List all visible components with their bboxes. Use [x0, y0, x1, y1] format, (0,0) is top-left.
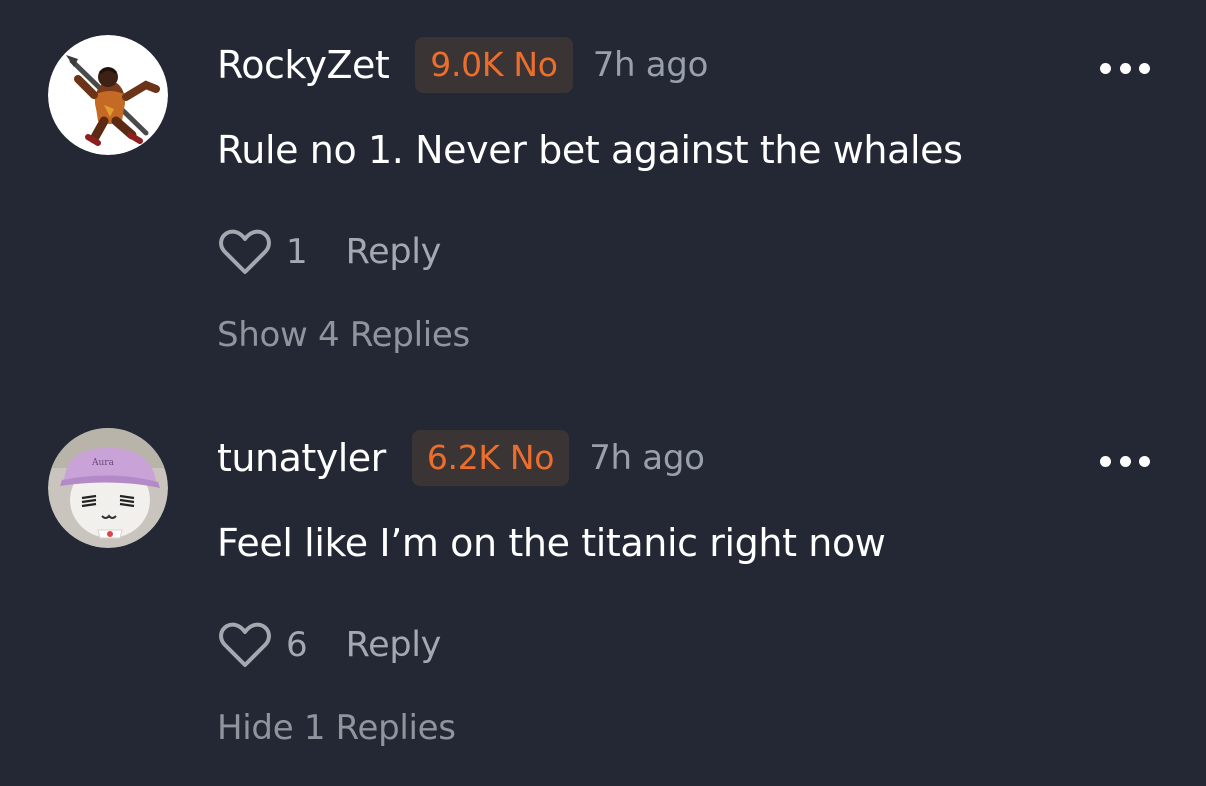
- avatar[interactable]: [48, 35, 168, 155]
- heart-icon: [219, 622, 271, 667]
- dot: [1139, 62, 1150, 74]
- plush-toy-with-cap-icon: Aura: [48, 428, 168, 548]
- like-button[interactable]: 1: [218, 228, 308, 276]
- comment-header: tunatyler 6.2K No 7h ago: [217, 428, 705, 488]
- comment-header: RockyZet 9.0K No 7h ago: [217, 35, 708, 95]
- timestamp: 7h ago: [592, 45, 709, 85]
- more-options-icon[interactable]: [1100, 58, 1150, 78]
- dot: [1119, 455, 1131, 467]
- reply-button[interactable]: Reply: [346, 625, 442, 665]
- comment-actions: 6 Reply: [218, 619, 441, 671]
- like-button[interactable]: 6: [218, 621, 308, 669]
- heart-icon: [219, 229, 271, 274]
- username[interactable]: tunatyler: [217, 436, 386, 480]
- comment-text: Feel like I’m on the titanic right now: [217, 521, 886, 565]
- comment-text: Rule no 1. Never bet against the whales: [217, 128, 963, 172]
- hide-replies-link[interactable]: Hide 1 Replies: [217, 708, 456, 748]
- position-badge: 9.0K No: [415, 37, 573, 93]
- comment-item: RockyZet 9.0K No 7h ago Rule no 1. Never…: [0, 0, 1206, 393]
- avatar[interactable]: Aura: [48, 428, 168, 548]
- position-badge: 6.2K No: [411, 430, 570, 486]
- username[interactable]: RockyZet: [217, 43, 390, 87]
- comment-actions: 1 Reply: [218, 226, 441, 278]
- dot: [1100, 455, 1111, 467]
- warrior-character-icon: [48, 35, 168, 155]
- reply-button[interactable]: Reply: [346, 232, 442, 272]
- comment-item: Aura tunatyler 6.2K No 7h ago Feel like …: [0, 393, 1206, 786]
- dot: [1119, 62, 1131, 74]
- timestamp: 7h ago: [589, 438, 705, 478]
- like-count: 1: [286, 232, 308, 272]
- dot: [1139, 455, 1150, 467]
- dot: [1100, 62, 1111, 74]
- cap-logo-text: Aura: [91, 458, 115, 468]
- show-replies-link[interactable]: Show 4 Replies: [217, 315, 470, 355]
- like-count: 6: [286, 625, 308, 665]
- more-options-icon[interactable]: [1100, 451, 1150, 471]
